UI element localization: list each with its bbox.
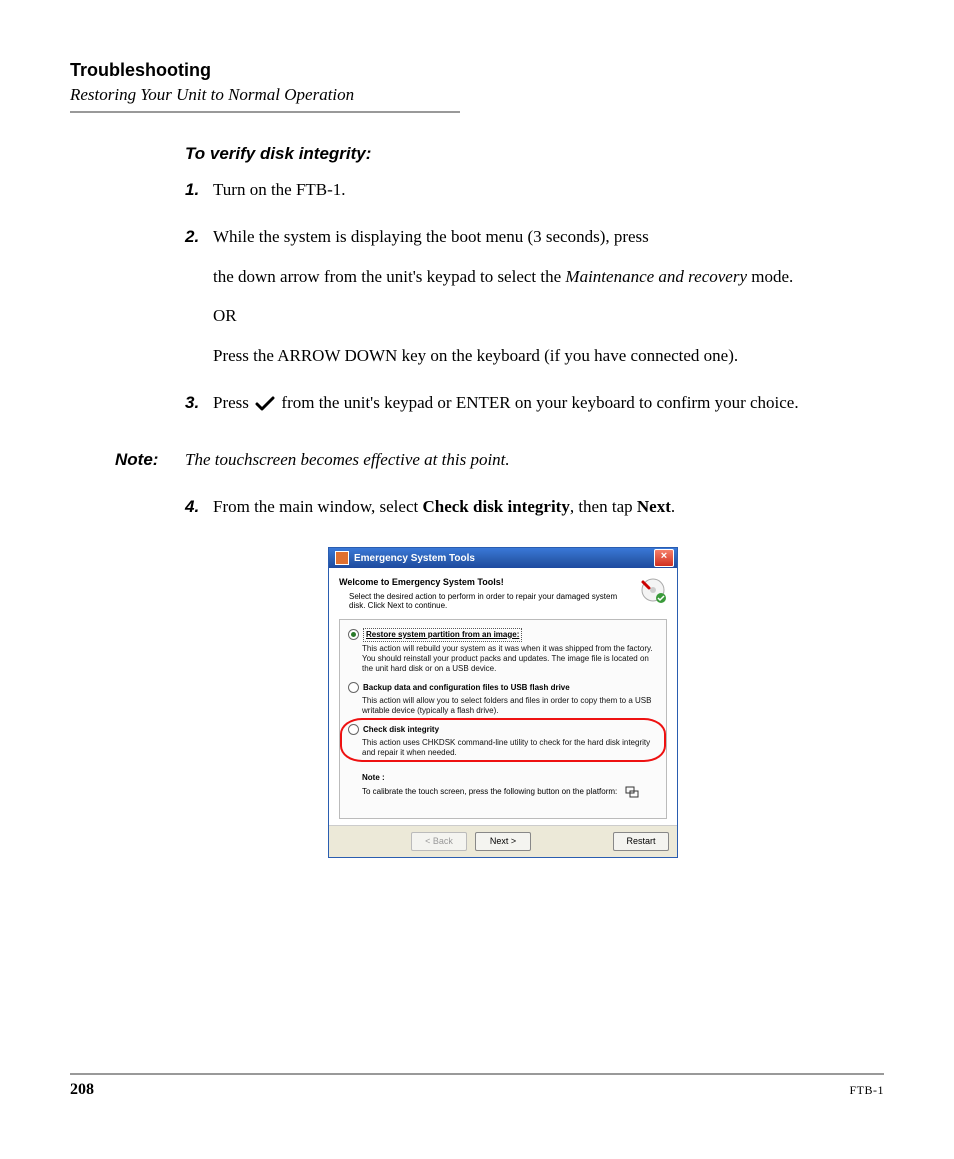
- radio-backup[interactable]: [348, 682, 359, 693]
- option-label: Backup data and configuration files to U…: [363, 682, 570, 694]
- dialog-titlebar: Emergency System Tools ×: [329, 548, 677, 568]
- dialog-note-label: Note :: [362, 772, 385, 784]
- note-label: Note:: [115, 450, 185, 470]
- step-text: OR: [213, 303, 884, 329]
- next-button[interactable]: Next >: [475, 832, 531, 852]
- welcome-subtitle: Select the desired action to perform in …: [349, 592, 631, 611]
- step-text: While the system is displaying the boot …: [213, 224, 884, 250]
- step-4: 4. From the main window, select Check di…: [185, 494, 884, 534]
- task-heading: To verify disk integrity:: [185, 141, 884, 167]
- option-desc: This action will rebuild your system as …: [362, 644, 658, 674]
- step-text: From the main window, select Check disk …: [213, 494, 884, 520]
- dialog-body: Welcome to Emergency System Tools! Selec…: [329, 568, 677, 825]
- option-label: Check disk integrity: [363, 724, 439, 736]
- header-rule: [70, 111, 460, 113]
- option-checkdisk[interactable]: Check disk integrity This action uses CH…: [348, 724, 658, 758]
- page-footer: 208 FTB-1: [70, 1073, 884, 1099]
- steps-list: 1. Turn on the FTB-1. 2. While the syste…: [185, 177, 884, 430]
- note-row: Note: The touchscreen becomes effective …: [70, 450, 884, 470]
- radio-restore[interactable]: [348, 629, 359, 640]
- button-bar: < Back Next > Restart: [329, 825, 677, 858]
- back-button: < Back: [411, 832, 467, 852]
- chapter-title: Troubleshooting: [70, 60, 884, 81]
- option-desc: This action will allow you to select fol…: [362, 696, 658, 716]
- step-text: Turn on the FTB-1.: [213, 177, 884, 203]
- option-backup[interactable]: Backup data and configuration files to U…: [348, 682, 658, 716]
- dialog-note-text: To calibrate the touch screen, press the…: [362, 786, 617, 798]
- radio-checkdisk[interactable]: [348, 724, 359, 735]
- step-number: 3.: [185, 390, 213, 430]
- step-2: 2. While the system is displaying the bo…: [185, 224, 884, 382]
- steps-list-cont: 4. From the main window, select Check di…: [185, 494, 884, 534]
- option-label: Restore system partition from an image:: [363, 628, 522, 642]
- welcome-title: Welcome to Emergency System Tools!: [339, 576, 631, 590]
- step-text: Press the ARROW DOWN key on the keyboard…: [213, 343, 884, 369]
- footer-rule: [70, 1073, 884, 1075]
- doc-id: FTB-1: [849, 1083, 884, 1098]
- page-number: 208: [70, 1081, 94, 1099]
- disk-repair-icon: [639, 576, 667, 604]
- close-icon[interactable]: ×: [654, 549, 674, 567]
- step-text: Press from the unit's keypad or ENTER on…: [213, 390, 884, 416]
- restart-button[interactable]: Restart: [613, 832, 669, 852]
- app-icon: [335, 551, 349, 565]
- section-subtitle: Restoring Your Unit to Normal Operation: [70, 85, 884, 105]
- option-restore[interactable]: Restore system partition from an image: …: [348, 628, 658, 674]
- step-number: 2.: [185, 224, 213, 382]
- step-number: 4.: [185, 494, 213, 534]
- dialog-window: Emergency System Tools × Welcome to Emer…: [328, 547, 678, 858]
- dialog-note: Note : To calibrate the touch screen, pr…: [348, 772, 658, 798]
- option-desc: This action uses CHKDSK command-line uti…: [362, 738, 658, 758]
- step-1: 1. Turn on the FTB-1.: [185, 177, 884, 217]
- dialog-title: Emergency System Tools: [354, 551, 654, 566]
- step-text: the down arrow from the unit's keypad to…: [213, 264, 884, 290]
- step-3: 3. Press from the unit's keypad or ENTER…: [185, 390, 884, 430]
- check-icon: [255, 396, 275, 412]
- options-group: Restore system partition from an image: …: [339, 619, 667, 819]
- step-number: 1.: [185, 177, 213, 217]
- calibrate-icon: [625, 786, 639, 798]
- note-text: The touchscreen becomes effective at thi…: [185, 450, 884, 470]
